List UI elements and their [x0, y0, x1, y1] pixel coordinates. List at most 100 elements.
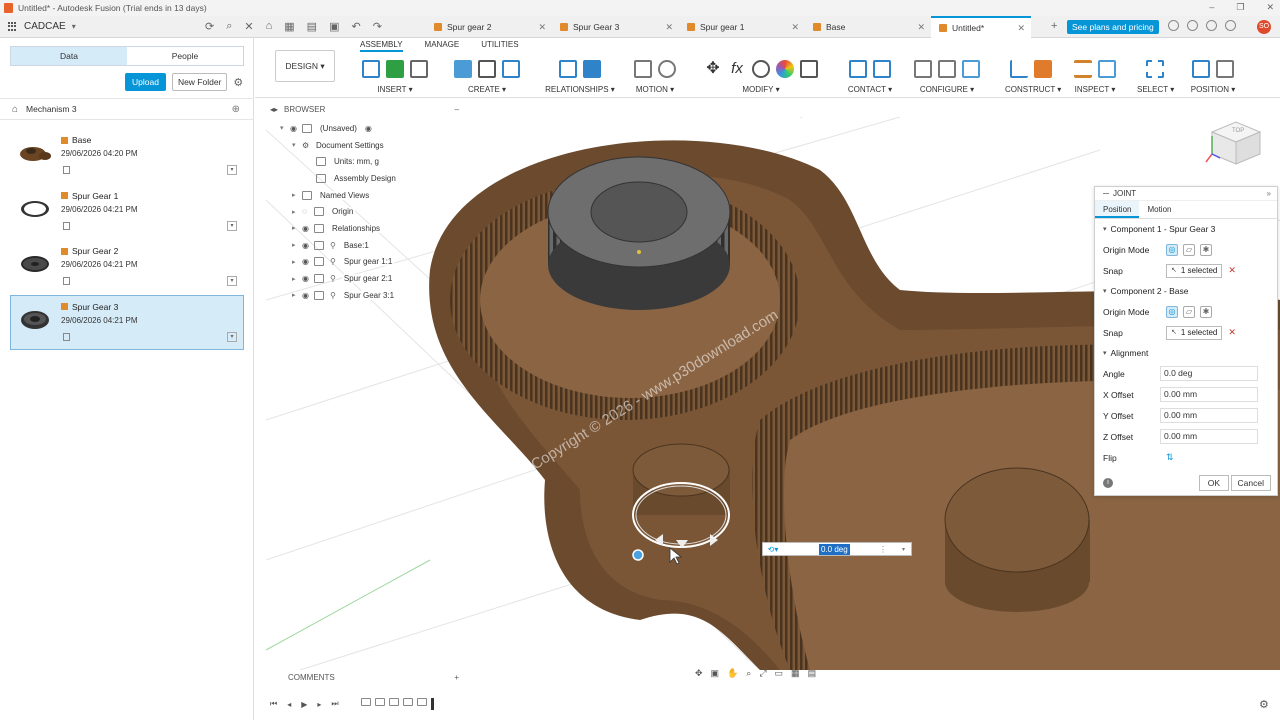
- snap-selection[interactable]: ↖ 1 selected: [1166, 263, 1223, 278]
- eye-icon[interactable]: ◉: [302, 241, 314, 250]
- pan-icon[interactable]: ✋: [727, 668, 738, 679]
- physical-material-icon[interactable]: [752, 60, 770, 78]
- browser-toggle-icon[interactable]: ◂▸: [270, 105, 278, 114]
- doc-tab-base[interactable]: Base ✕: [805, 16, 931, 38]
- tree-node-origin[interactable]: ▸ ◌ Origin: [280, 203, 470, 220]
- doc-tab-spur-gear-3[interactable]: Spur Gear 3 ✕: [552, 16, 679, 38]
- x-offset-field[interactable]: 0.00 mm: [1160, 387, 1258, 402]
- angle-field[interactable]: 0.0 deg: [1160, 366, 1258, 381]
- insert-component-icon[interactable]: [362, 60, 380, 78]
- tree-node-relationships[interactable]: ▸ ◉ Relationships: [280, 220, 470, 237]
- capture-position-icon[interactable]: [1192, 60, 1210, 78]
- construct-group[interactable]: CONSTRUCT ▾: [1005, 58, 1061, 94]
- chevron-right-icon[interactable]: ▸: [292, 191, 302, 199]
- step-back-icon[interactable]: ◂: [287, 700, 291, 709]
- tree-node-units[interactable]: Units: mm, g: [280, 153, 470, 170]
- two-edge-intersection-icon[interactable]: ✱: [1200, 243, 1212, 256]
- joint-dialog-header[interactable]: JOINT »: [1095, 187, 1277, 201]
- modify-group[interactable]: ✥ fx MODIFY ▾: [693, 58, 829, 94]
- between-two-faces-icon[interactable]: ▱: [1183, 305, 1195, 318]
- doc-tab-spur-gear-2[interactable]: Spur gear 2 ✕: [426, 16, 552, 38]
- tree-node-spur-gear-1[interactable]: ▸ ◉ ⚲ Spur gear 1:1: [280, 254, 470, 271]
- extrude-icon[interactable]: [502, 60, 520, 78]
- contact-sets-icon[interactable]: [849, 60, 867, 78]
- interference-icon[interactable]: [1098, 60, 1116, 78]
- search-icon[interactable]: ⌕: [226, 20, 232, 33]
- y-offset-field[interactable]: 0.00 mm: [1160, 408, 1258, 423]
- list-item[interactable]: Base 29/06/2026 04:20 PM ▾: [10, 128, 244, 184]
- timeline-feature-icon[interactable]: [388, 698, 399, 706]
- workspace-switcher[interactable]: DESIGN ▾: [275, 50, 335, 82]
- cancel-button[interactable]: Cancel: [1230, 475, 1271, 491]
- collapse-icon[interactable]: –: [455, 105, 459, 114]
- eye-icon[interactable]: ◉: [302, 291, 314, 300]
- maximize-icon[interactable]: ❐: [1236, 2, 1244, 13]
- appearance-icon[interactable]: [776, 60, 794, 78]
- enable-contact-icon[interactable]: [873, 60, 891, 78]
- eye-icon[interactable]: ◉: [302, 224, 314, 233]
- tab-data[interactable]: Data: [11, 47, 127, 65]
- ok-button[interactable]: OK: [1198, 475, 1229, 491]
- between-two-faces-icon[interactable]: ▱: [1183, 243, 1195, 256]
- list-item[interactable]: Spur Gear 2 29/06/2026 04:21 PM ▾: [10, 239, 244, 295]
- chevron-down-icon[interactable]: ▾: [280, 124, 290, 132]
- close-window-icon[interactable]: ✕: [1266, 2, 1274, 13]
- configure-group[interactable]: CONFIGURE ▾: [907, 58, 987, 94]
- new-component-icon[interactable]: [454, 60, 472, 78]
- chevron-down-icon[interactable]: ▾: [227, 165, 237, 175]
- chevron-right-icon[interactable]: ▸: [292, 291, 302, 299]
- fit-icon[interactable]: ⤢: [759, 668, 766, 679]
- eye-icon[interactable]: ◉: [290, 124, 302, 133]
- chevron-down-icon[interactable]: ▾: [902, 546, 905, 553]
- tree-node-named-views[interactable]: ▸ Named Views: [280, 187, 470, 204]
- insert-mesh-icon[interactable]: [410, 60, 428, 78]
- z-offset-field[interactable]: 0.00 mm: [1160, 429, 1258, 444]
- tab-utilities[interactable]: UTILITIES: [481, 40, 518, 52]
- gear-icon[interactable]: ⚙: [233, 76, 243, 89]
- select-group[interactable]: SELECT ▾: [1137, 58, 1174, 94]
- display-settings-icon[interactable]: ▭: [775, 668, 784, 679]
- doc-tab-spur-gear-1[interactable]: Spur gear 1 ✕: [679, 16, 805, 38]
- grid-settings-icon[interactable]: ▦: [791, 668, 800, 679]
- doc-tab-untitled[interactable]: Untitled* ✕: [931, 16, 1031, 38]
- chevron-right-icon[interactable]: ▸: [292, 258, 302, 266]
- flip-icon[interactable]: ⇅: [1166, 452, 1174, 463]
- comments-panel[interactable]: COMMENTS +: [280, 670, 465, 684]
- browser-header[interactable]: ◂▸ BROWSER –: [270, 102, 465, 116]
- zoom-icon[interactable]: ⌕: [746, 668, 751, 679]
- chevron-right-icon[interactable]: ▸: [292, 275, 302, 283]
- eye-hidden-icon[interactable]: ◌: [302, 207, 314, 216]
- motion-link-icon[interactable]: [634, 60, 652, 78]
- notifications-icon[interactable]: [1206, 20, 1217, 31]
- clear-selection-icon[interactable]: ✕: [1228, 327, 1236, 338]
- timeline-feature-icon[interactable]: [360, 698, 371, 706]
- go-to-start-icon[interactable]: ⏮: [270, 699, 277, 709]
- extensions-icon[interactable]: [1168, 20, 1179, 31]
- eye-icon[interactable]: ◉: [302, 274, 314, 283]
- tree-node-root[interactable]: ▾ ◉ (Unsaved) ◉: [280, 120, 470, 137]
- file-menu-icon[interactable]: ▤: [307, 20, 317, 33]
- close-tab-icon[interactable]: ✕: [665, 22, 673, 33]
- contact-group[interactable]: CONTACT ▾: [845, 58, 895, 94]
- viewports-icon[interactable]: ▤: [808, 668, 817, 679]
- avatar[interactable]: SO: [1257, 20, 1271, 34]
- chevron-down-icon[interactable]: ▾: [292, 141, 302, 149]
- grid-view-icon[interactable]: ▦: [284, 20, 294, 33]
- new-tab-icon[interactable]: +: [1051, 20, 1057, 32]
- revert-position-icon[interactable]: [1216, 60, 1234, 78]
- move-icon[interactable]: ✥: [704, 60, 722, 78]
- list-item[interactable]: Spur Gear 1 29/06/2026 04:21 PM ▾: [10, 184, 244, 240]
- configure-icon[interactable]: [914, 60, 932, 78]
- as-built-joint-icon[interactable]: [583, 60, 601, 78]
- joint-icon[interactable]: [559, 60, 577, 78]
- job-status-icon[interactable]: [1187, 20, 1198, 31]
- relationships-group[interactable]: RELATIONSHIPS ▾: [545, 58, 615, 94]
- eye-icon[interactable]: ◉: [302, 257, 314, 266]
- theme-icon[interactable]: [962, 60, 980, 78]
- chevron-right-icon[interactable]: ▸: [292, 208, 302, 216]
- minimize-icon[interactable]: –: [1209, 2, 1214, 13]
- new-component-icon[interactable]: [386, 60, 404, 78]
- angle-value[interactable]: 0.0 deg: [819, 543, 850, 555]
- select-icon[interactable]: [1146, 60, 1164, 78]
- team-hub-selector[interactable]: CADCAE ▾: [0, 21, 200, 32]
